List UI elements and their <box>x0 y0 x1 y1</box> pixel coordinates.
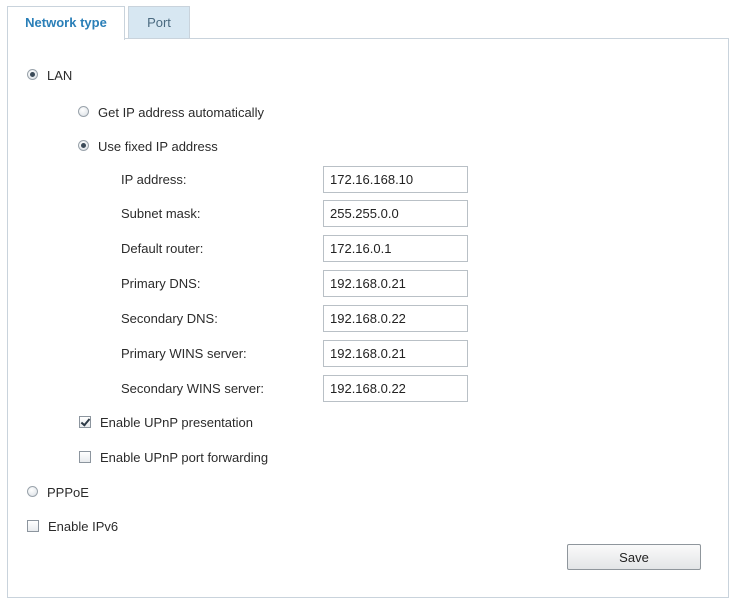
default-router-label: Default router: <box>121 241 204 256</box>
ipv6-checkbox[interactable] <box>27 519 39 532</box>
pppoe-radio[interactable] <box>27 486 38 498</box>
auto-ip-option[interactable]: Get IP address automatically <box>78 103 264 121</box>
auto-ip-radio[interactable] <box>78 106 89 118</box>
primary-wins-label: Primary WINS server: <box>121 346 247 361</box>
auto-ip-label: Get IP address automatically <box>98 104 264 120</box>
fixed-ip-radio[interactable] <box>78 140 89 152</box>
primary-dns-label: Primary DNS: <box>121 276 201 291</box>
secondary-dns-label: Secondary DNS: <box>121 311 218 326</box>
ip-address-label: IP address: <box>121 172 187 187</box>
pppoe-label: PPPoE <box>47 484 89 500</box>
tab-port[interactable]: Port <box>128 6 190 38</box>
save-button[interactable]: Save <box>567 544 701 570</box>
subnet-mask-label: Subnet mask: <box>121 206 201 221</box>
upnp-presentation-label: Enable UPnP presentation <box>100 414 253 430</box>
lan-radio[interactable] <box>27 69 38 81</box>
lan-option[interactable]: LAN <box>27 66 72 84</box>
ipv6-option[interactable]: Enable IPv6 <box>27 517 118 535</box>
secondary-dns-input[interactable] <box>323 305 468 332</box>
ip-address-input[interactable] <box>323 166 468 193</box>
upnp-presentation-option[interactable]: Enable UPnP presentation <box>79 413 253 431</box>
default-router-input[interactable] <box>323 235 468 262</box>
upnp-forwarding-checkbox[interactable] <box>79 450 91 463</box>
upnp-presentation-checkbox[interactable] <box>79 415 91 428</box>
secondary-wins-label: Secondary WINS server: <box>121 381 265 396</box>
primary-wins-input[interactable] <box>323 340 468 367</box>
primary-dns-input[interactable] <box>323 270 468 297</box>
secondary-wins-input[interactable] <box>323 375 468 402</box>
fixed-ip-label: Use fixed IP address <box>98 138 218 154</box>
pppoe-option[interactable]: PPPoE <box>27 483 89 501</box>
upnp-forwarding-option[interactable]: Enable UPnP port forwarding <box>79 448 268 466</box>
fixed-ip-option[interactable]: Use fixed IP address <box>78 137 218 155</box>
tab-network-type[interactable]: Network type <box>7 6 125 40</box>
upnp-forwarding-label: Enable UPnP port forwarding <box>100 449 269 465</box>
ipv6-label: Enable IPv6 <box>48 518 119 534</box>
subnet-mask-input[interactable] <box>323 200 468 227</box>
lan-label: LAN <box>47 67 73 83</box>
